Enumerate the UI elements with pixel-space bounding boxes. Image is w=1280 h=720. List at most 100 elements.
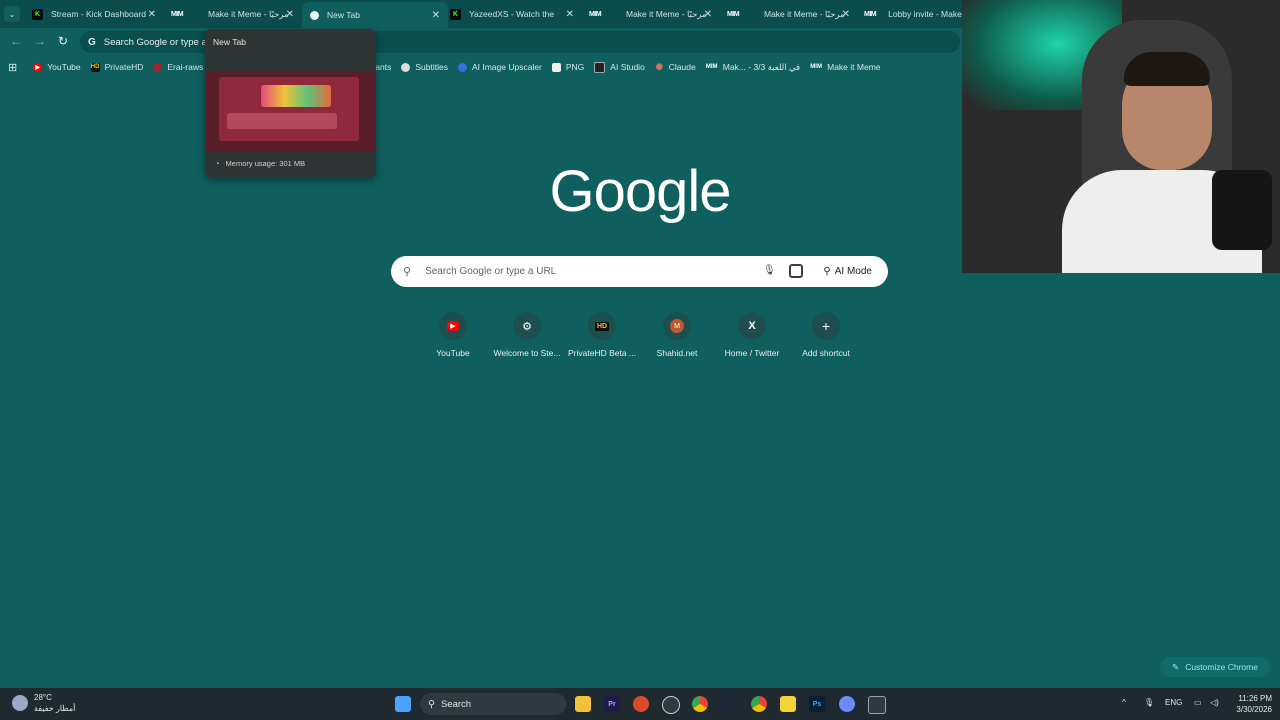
file-explorer-icon[interactable] [575, 696, 591, 712]
clock[interactable]: 11:26 PM 3/30/2026 [1224, 693, 1272, 715]
erai-icon [153, 62, 163, 72]
bookmark-erai-raws[interactable]: Erai-raws [153, 62, 203, 72]
time: 11:26 PM [1238, 694, 1272, 703]
sticky-notes-icon[interactable] [780, 696, 796, 712]
add-shortcut[interactable]: + Add shortcut [789, 312, 863, 358]
bookmark-ai-studio[interactable]: AI Studio [594, 61, 645, 73]
bookmark-ants[interactable]: ants [375, 62, 391, 72]
google-icon: G [88, 36, 96, 48]
mim-icon: MIM [170, 10, 184, 18]
bookmark-ai-image-upscaler[interactable]: AI Image Upscaler [457, 62, 542, 72]
close-tab-icon[interactable]: ✕ [566, 9, 574, 20]
mim-icon: MIM [726, 10, 740, 18]
photoshop-icon[interactable]: Ps [809, 696, 825, 712]
volume-icon[interactable]: ◁) [1210, 698, 1219, 707]
shortcut-shahid[interactable]: M Shahid.net [640, 312, 714, 358]
tab-title: Make it Meme - مرحبًا [626, 8, 707, 19]
back-icon[interactable]: ← [10, 34, 22, 48]
upscaler-icon [457, 62, 467, 72]
png-icon [551, 62, 561, 72]
weather-widget[interactable]: 28°C أمطار خفيفة [12, 692, 75, 714]
close-tab-icon[interactable]: ✕ [432, 10, 440, 21]
google-search-box[interactable]: ⚲ Search Google or type a URL 🎙 ⚲ AI Mod… [391, 256, 888, 287]
reload-icon[interactable]: ↻ [58, 34, 68, 48]
mim-icon: MIM [864, 10, 877, 18]
tab-title: Make it Meme - مرحبًا [764, 8, 845, 19]
bookmark-claude[interactable]: ✺ Claude [655, 62, 696, 73]
shortcut-privatehd[interactable]: HD PrivateHD Beta ... [565, 312, 639, 358]
apps-icon[interactable]: ⊞ [8, 61, 17, 74]
tab-title: Stream - Kick Dashboard [51, 9, 146, 19]
bookmark-privatehd[interactable]: HD PrivateHD [90, 62, 143, 72]
google-icon [310, 10, 319, 20]
close-tab-icon[interactable]: ✕ [148, 9, 156, 20]
tab-make-it-meme[interactable]: MIM Make it Meme - مرحبًا ✕ [166, 3, 302, 25]
chrome-icon[interactable] [751, 696, 767, 712]
aistudio-icon [594, 61, 606, 73]
premiere-icon[interactable]: Pr [604, 696, 620, 712]
hd-icon: HD [588, 312, 616, 340]
shortcut-steam[interactable]: ⚙ Welcome to Ste... [490, 312, 564, 358]
youtube-icon: ▶ [439, 312, 467, 340]
tab-make-it-meme[interactable]: MIM Make it Meme - مرحبًا ✕ [584, 3, 720, 25]
taskbar-search[interactable]: ⚲ Search [420, 693, 566, 715]
google-logo: Google [549, 159, 731, 224]
shortcut-youtube[interactable]: ▶ YouTube [416, 312, 490, 358]
bookmark-youtube[interactable]: ▶ YouTube [33, 62, 81, 72]
chrome-icon[interactable] [692, 696, 708, 712]
ai-mode-button[interactable]: ⚲ AI Mode [815, 261, 880, 282]
obs-icon[interactable] [662, 696, 680, 714]
lens-icon[interactable] [789, 264, 803, 278]
microphone-icon[interactable]: 🎙 [1144, 698, 1154, 707]
x-icon: X [738, 312, 766, 340]
bookmark-png[interactable]: PNG [551, 62, 584, 72]
close-tab-icon[interactable]: ✕ [286, 9, 294, 20]
steam-icon[interactable] [721, 696, 737, 712]
show-hidden-icons[interactable]: ^ [1122, 698, 1126, 707]
tab-new-tab[interactable]: New Tab ✕ [302, 2, 448, 28]
tab-title: YazeedXS - Watch the [469, 9, 555, 19]
memory-usage: ◔ Memory usage: 301 MB [215, 159, 306, 168]
address-text: Search Google or type a [103, 36, 207, 48]
subtitles-icon [401, 62, 411, 72]
tab-title: Lobby invite - Make it M [888, 9, 966, 19]
pencil-icon: ✎ [1172, 661, 1180, 672]
kick-icon: K [450, 8, 461, 20]
start-icon[interactable] [395, 696, 411, 712]
customize-chrome-button[interactable]: ✎ Customize Chrome [1160, 657, 1270, 677]
search-icon: ⚲ [403, 266, 412, 278]
tab-search-button[interactable]: ⌄ [4, 6, 20, 22]
mim-icon: MIM [705, 64, 718, 70]
steam-icon: ⚙ [513, 312, 541, 340]
forward-icon[interactable]: → [34, 34, 46, 48]
ai-mode-icon: ⚲ [823, 266, 831, 277]
close-tab-icon[interactable]: ✕ [842, 9, 850, 20]
language-indicator[interactable]: ENG [1165, 698, 1182, 707]
tab-title: Make it Meme - مرحبًا [208, 8, 289, 19]
bookmark-subtitles[interactable]: Subtitles [401, 62, 448, 72]
search-placeholder: Search Google or type a URL [425, 266, 557, 277]
tab-yazeedxs[interactable]: K YazeedXS - Watch the ✕ [444, 3, 582, 25]
microphone-icon[interactable]: 🎙 [763, 265, 776, 276]
tab-hover-card: New Tab ◔ Memory usage: 301 MB [205, 29, 376, 178]
tab-kick-dashboard[interactable]: K Stream - Kick Dashboard ✕ [26, 3, 164, 25]
date: 3/30/2026 [1236, 705, 1272, 714]
tab-title: New Tab [327, 10, 360, 20]
tab-make-it-meme[interactable]: MIM Make it Meme - مرحبًا ✕ [722, 3, 858, 25]
youtube-icon: ▶ [33, 62, 43, 72]
mim-icon: MIM [588, 10, 602, 18]
kick-icon: K [32, 8, 43, 20]
tab-lobby-invite[interactable]: MIM Lobby invite - Make it M [860, 3, 966, 25]
close-tab-icon[interactable]: ✕ [704, 9, 712, 20]
bookmark-make-it-meme[interactable]: MIM Make it Meme [810, 62, 880, 72]
shortcut-twitter[interactable]: X Home / Twitter [715, 312, 789, 358]
app-icon[interactable] [868, 696, 886, 714]
hover-card-title: New Tab [213, 37, 246, 47]
app-icon[interactable] [633, 696, 649, 712]
hd-icon: HD [90, 62, 100, 72]
app-icon[interactable] [839, 696, 855, 712]
bookmark-make-it-meme-game[interactable]: MIM Mak... - في اللعبة 3/3 [706, 62, 800, 73]
network-icon[interactable]: ▭ [1194, 698, 1202, 707]
bookmarks-bar: ⊞ ▶ YouTube HD PrivateHD Erai-raws ants Su… [0, 57, 962, 77]
mim-icon: MIM [810, 64, 822, 70]
